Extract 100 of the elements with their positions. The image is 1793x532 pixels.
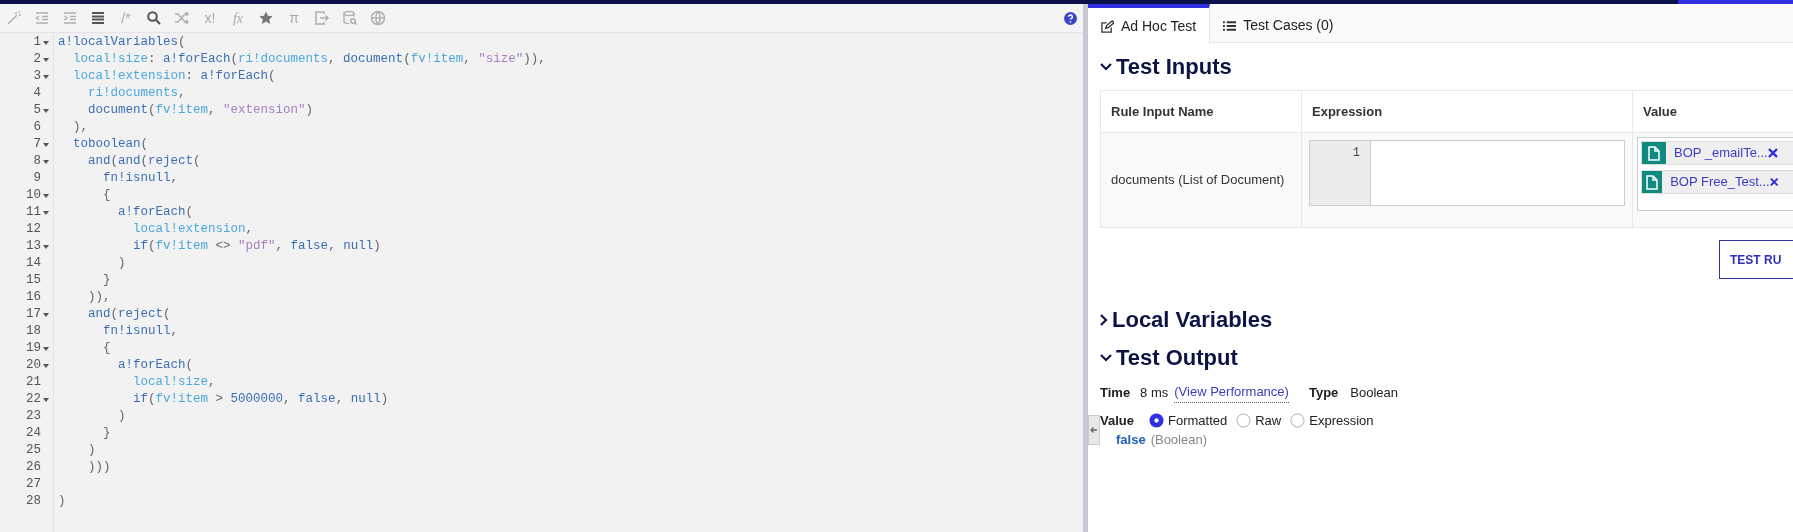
document-chip[interactable]: BOP _emailTe... (1641, 141, 1793, 165)
line-number: 27 (26, 476, 41, 494)
line-number: 1 (1352, 145, 1360, 162)
fold-arrow-icon[interactable] (43, 312, 49, 317)
line-number: 3 (33, 68, 41, 86)
radio-button[interactable] (1290, 412, 1306, 428)
search-icon[interactable] (146, 10, 162, 26)
test-rule-button[interactable]: TEST RU (1719, 240, 1793, 279)
line-number: 11 (26, 204, 41, 222)
fold-arrow-icon[interactable] (43, 108, 49, 113)
document-name[interactable]: BOP Free_Test... (1670, 172, 1770, 192)
code-line: )), (87, 289, 111, 307)
code-line: local!extension: a!forEach( (72, 68, 276, 86)
code-line: ri!documents, (87, 85, 186, 103)
line-number: 20 (26, 357, 41, 375)
help-icon[interactable] (1064, 11, 1077, 25)
fold-arrow-icon[interactable] (43, 244, 49, 249)
code-line: and(reject( (87, 306, 171, 324)
collapse-handle[interactable] (1088, 415, 1100, 445)
performance-link[interactable]: (View Performance) (1174, 382, 1289, 403)
document-name[interactable]: BOP _emailTe... (1674, 143, 1768, 163)
field-label: Type (1308, 383, 1339, 402)
code-line: } (102, 425, 111, 443)
radio-button[interactable] (1236, 412, 1252, 428)
fold-arrow-icon[interactable] (43, 57, 49, 62)
radio-button[interactable] (1148, 412, 1164, 428)
arrow-left-icon (1090, 426, 1098, 434)
code-line: a!forEach( (117, 204, 194, 222)
fold-arrow-icon[interactable] (43, 363, 49, 368)
code-line: local!size, (132, 374, 216, 392)
remove-icon[interactable] (1769, 177, 1778, 187)
fold-arrow-icon[interactable] (43, 346, 49, 351)
fold-arrow-icon[interactable] (43, 397, 49, 402)
line-number: 24 (26, 425, 41, 443)
line-number: 22 (26, 391, 41, 409)
code-line: if(fv!item <> "pdf", false, null) (132, 238, 381, 256)
line-number: 1 (33, 34, 41, 52)
fold-arrow-icon[interactable] (43, 74, 49, 79)
code-line: fn!isnull, (102, 170, 179, 188)
line-number: 6 (33, 119, 41, 137)
code-line: ))) (87, 459, 111, 477)
fold-arrow-icon[interactable] (43, 193, 49, 198)
tab[interactable]: Test Cases (0) (1210, 4, 1347, 43)
section-header[interactable]: Local Variables (1100, 303, 1273, 336)
code-line: fn!isnull, (102, 323, 179, 341)
code-line: ) (58, 493, 66, 511)
document-chip[interactable]: BOP Free_Test... (1641, 170, 1793, 194)
line-number: 28 (26, 493, 41, 511)
expression-editor[interactable]: 1 (1309, 140, 1625, 206)
line-number: 13 (26, 238, 41, 256)
line-number: 16 (26, 289, 41, 307)
document-picker[interactable]: BOP _emailTe... BOP Free_Test... (1637, 137, 1793, 211)
line-number: 18 (26, 323, 41, 341)
fold-arrow-icon[interactable] (43, 40, 49, 45)
line-number: 21 (26, 374, 41, 392)
result-value: false (1116, 431, 1146, 449)
result-type: (Boolean) (1150, 431, 1207, 449)
line-number: 23 (26, 408, 41, 426)
column-header: Value (1643, 102, 1677, 121)
tab[interactable]: Ad Hoc Test (1088, 4, 1211, 44)
code-line: local!size: a!forEach(ri!documents, document(fv!item, "size")), (72, 51, 546, 69)
document-icon (1646, 174, 1659, 190)
section-header[interactable]: Test Inputs (1100, 50, 1232, 83)
code-line: ) (87, 442, 96, 460)
column-header: Expression (1312, 102, 1383, 121)
line-number: 17 (26, 306, 41, 324)
radio-option[interactable]: Raw (1236, 410, 1282, 430)
fold-arrow-icon[interactable] (43, 210, 49, 215)
line-number: 8 (33, 153, 41, 171)
code-line: { (102, 187, 111, 205)
code-line: and(and(reject( (87, 153, 201, 171)
field-label: Time (1100, 383, 1131, 402)
time-value: 8 ms (1140, 383, 1169, 402)
type-value: Boolean (1350, 383, 1399, 402)
line-number: 4 (33, 85, 41, 103)
line-number: 25 (26, 442, 41, 460)
line-number: 7 (33, 136, 41, 154)
code-line: a!forEach( (117, 357, 194, 375)
code-line: ) (117, 255, 126, 273)
code-line: if(fv!item > 5000000, false, null) (132, 391, 389, 409)
list-icon (1223, 19, 1237, 32)
code-line: local!extension, (132, 221, 254, 239)
code-line: } (102, 272, 111, 290)
line-number: 26 (26, 459, 41, 477)
star-icon[interactable] (258, 10, 274, 26)
line-number: 12 (26, 221, 41, 239)
code-line: a!localVariables( (58, 34, 186, 52)
section-header[interactable]: Test Output (1100, 341, 1238, 374)
remove-icon[interactable] (1768, 148, 1778, 158)
fold-arrow-icon[interactable] (43, 142, 49, 147)
line-number: 5 (33, 102, 41, 120)
radio-option[interactable]: Formatted (1148, 410, 1228, 430)
radio-option[interactable]: Expression (1290, 410, 1374, 430)
fold-arrow-icon[interactable] (43, 159, 49, 164)
line-number: 19 (26, 340, 41, 358)
line-number: 15 (26, 272, 41, 290)
align-lines-icon[interactable] (90, 10, 106, 26)
code-line: document(fv!item, "extension") (87, 102, 314, 120)
column-header: Rule Input Name (1111, 102, 1214, 121)
document-icon (1648, 145, 1660, 161)
